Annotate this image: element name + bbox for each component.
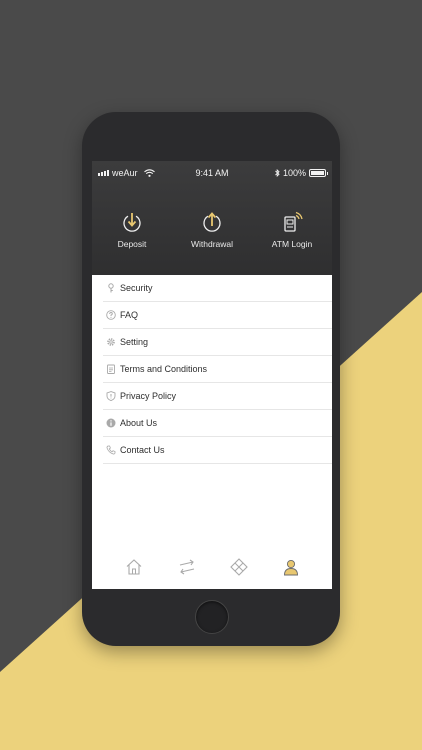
menu-item-terms[interactable]: Terms and Conditions	[103, 356, 332, 383]
settings-menu: Security FAQ Setting Terms and Condition…	[92, 275, 332, 464]
status-bar: weAur 9:41 AM 100%	[92, 161, 332, 185]
app-screen: weAur 9:41 AM 100% Deposit Withdrawal AT…	[92, 161, 332, 589]
document-icon	[107, 364, 115, 374]
home-hardware-button[interactable]	[195, 600, 229, 634]
menu-item-label: Security	[120, 283, 153, 293]
atm-login-icon	[284, 211, 303, 232]
question-bubble-icon	[106, 310, 116, 320]
battery-icon	[309, 169, 328, 177]
atm-login-button[interactable]: ATM Login	[252, 211, 332, 249]
menu-item-label: Terms and Conditions	[120, 364, 208, 374]
bottom-tab-bar	[92, 552, 332, 582]
transfer-icon	[179, 559, 195, 575]
key-icon	[108, 283, 114, 293]
menu-item-label: Setting	[120, 337, 149, 347]
diamond-grid-icon	[230, 558, 248, 576]
tab-diamond[interactable]	[209, 552, 269, 582]
menu-item-security[interactable]: Security	[103, 275, 332, 302]
header-actions: Deposit Withdrawal ATM Login	[92, 211, 332, 261]
battery-percent: 100%	[282, 168, 306, 178]
menu-item-label: Contact Us	[120, 445, 165, 455]
tab-profile[interactable]	[261, 552, 321, 582]
home-icon	[126, 559, 142, 575]
menu-item-privacy[interactable]: Privacy Policy	[103, 383, 332, 410]
gear-icon	[107, 338, 115, 346]
menu-item-label: Privacy Policy	[120, 391, 177, 401]
withdrawal-button[interactable]: Withdrawal	[172, 211, 252, 249]
info-icon	[106, 418, 116, 428]
phone-device: weAur 9:41 AM 100% Deposit Withdrawal AT…	[82, 112, 340, 646]
shield-icon	[106, 391, 116, 401]
account-header: weAur 9:41 AM 100% Deposit Withdrawal AT…	[92, 161, 332, 275]
deposit-label: Deposit	[117, 239, 147, 249]
deposit-icon	[123, 213, 141, 232]
menu-item-label: FAQ	[120, 310, 139, 320]
phone-icon	[106, 445, 116, 455]
profile-icon	[284, 559, 298, 576]
tab-transfer[interactable]	[157, 552, 217, 582]
tab-home[interactable]	[104, 552, 164, 582]
atm-login-label: ATM Login	[271, 239, 313, 249]
menu-item-faq[interactable]: FAQ	[103, 302, 332, 329]
withdrawal-label: Withdrawal	[190, 239, 234, 249]
menu-item-label: About Us	[120, 418, 158, 428]
deposit-button[interactable]: Deposit	[92, 211, 172, 249]
menu-item-setting[interactable]: Setting	[103, 329, 332, 356]
menu-item-about[interactable]: About Us	[103, 410, 332, 437]
withdrawal-icon	[203, 212, 221, 232]
bluetooth-icon	[275, 169, 280, 177]
menu-item-contact[interactable]: Contact Us	[103, 437, 332, 464]
